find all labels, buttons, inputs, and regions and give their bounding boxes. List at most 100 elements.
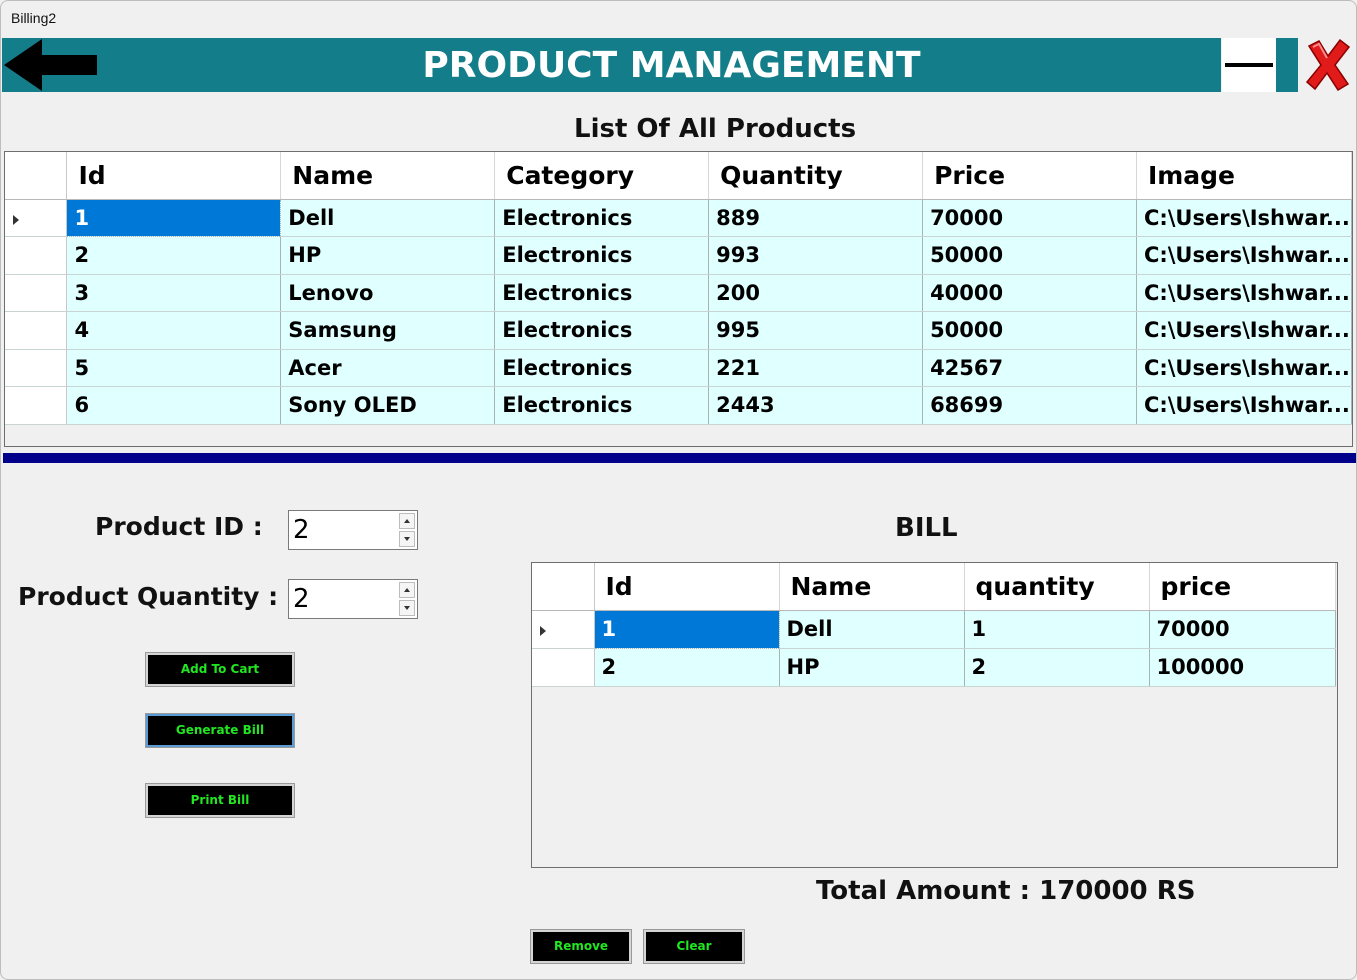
total-amount: Total Amount : 170000 RS bbox=[816, 876, 1196, 906]
row-selector[interactable] bbox=[5, 274, 68, 312]
cell-id[interactable]: 4 bbox=[66, 311, 282, 350]
row-header-corner bbox=[532, 563, 595, 611]
row-selector[interactable] bbox=[5, 236, 68, 275]
cell-quantity[interactable]: 889 bbox=[708, 199, 924, 237]
table-row[interactable]: 2 HP Electronics 993 50000 C:\Users\Ishw… bbox=[5, 236, 1353, 275]
window-title: Billing2 bbox=[11, 10, 57, 26]
spin-up-icon[interactable] bbox=[399, 513, 415, 529]
cell-price[interactable]: 70000 bbox=[1149, 610, 1336, 649]
print-bill-button[interactable]: Print Bill bbox=[145, 783, 295, 818]
col-header-category[interactable]: Category bbox=[494, 152, 710, 200]
spin-up-icon[interactable] bbox=[399, 582, 415, 598]
row-header-corner bbox=[5, 152, 68, 200]
cell-name[interactable]: Acer bbox=[280, 349, 496, 387]
cell-name[interactable]: HP bbox=[779, 648, 965, 687]
cell-quantity[interactable]: 200 bbox=[708, 274, 924, 312]
cell-image[interactable]: C:\Users\Ishwar... bbox=[1136, 236, 1353, 275]
col-header-id[interactable]: Id bbox=[594, 563, 780, 611]
cell-image[interactable]: C:\Users\Ishwar... bbox=[1136, 274, 1353, 312]
spin-down-icon[interactable] bbox=[399, 600, 415, 616]
table-row[interactable]: 1 Dell Electronics 889 70000 C:\Users\Is… bbox=[5, 198, 1353, 237]
cell-quantity[interactable]: 2443 bbox=[708, 386, 924, 425]
cell-category[interactable]: Electronics bbox=[494, 199, 710, 237]
cell-name[interactable]: Lenovo bbox=[280, 274, 496, 312]
cell-quantity[interactable]: 995 bbox=[708, 311, 924, 350]
spin-down-icon[interactable] bbox=[399, 531, 415, 547]
cell-quantity[interactable]: 1 bbox=[964, 610, 1150, 649]
table-row[interactable]: 1 Dell 1 70000 bbox=[532, 609, 1336, 649]
product-id-stepper[interactable] bbox=[288, 510, 418, 550]
cell-id[interactable]: 2 bbox=[66, 236, 282, 275]
cell-price[interactable]: 68699 bbox=[922, 386, 1137, 425]
cell-price[interactable]: 50000 bbox=[922, 236, 1137, 275]
cell-name[interactable]: Sony OLED bbox=[280, 386, 496, 425]
page-title: PRODUCT MANAGEMENT bbox=[422, 45, 921, 86]
table-row[interactable]: 3 Lenovo Electronics 200 40000 C:\Users\… bbox=[5, 274, 1353, 312]
bill-grid[interactable]: Id Name quantity price 1 Dell 1 70000 2 … bbox=[531, 562, 1338, 868]
row-selector[interactable] bbox=[5, 386, 68, 425]
row-selector[interactable] bbox=[5, 311, 68, 350]
col-header-image[interactable]: Image bbox=[1136, 152, 1353, 200]
cell-category[interactable]: Electronics bbox=[494, 386, 710, 425]
cell-category[interactable]: Electronics bbox=[494, 311, 710, 350]
col-header-price[interactable]: Price bbox=[922, 152, 1137, 200]
col-header-name[interactable]: Name bbox=[779, 563, 965, 611]
bill-header-row: Id Name quantity price bbox=[532, 563, 1336, 611]
header-spacer bbox=[1276, 38, 1298, 92]
add-to-cart-button[interactable]: Add To Cart bbox=[145, 652, 295, 687]
col-header-name[interactable]: Name bbox=[280, 152, 496, 200]
products-grid[interactable]: Id Name Category Quantity Price Image 1 … bbox=[4, 151, 1353, 447]
close-x-icon[interactable] bbox=[1305, 38, 1351, 92]
current-row-icon bbox=[540, 626, 546, 636]
row-selector[interactable] bbox=[5, 349, 68, 387]
cell-id[interactable]: 6 bbox=[66, 386, 282, 425]
cell-id[interactable]: 5 bbox=[66, 349, 282, 387]
products-header-row: Id Name Category Quantity Price Image bbox=[5, 152, 1353, 200]
products-section-title: List Of All Products bbox=[574, 114, 857, 144]
col-header-quantity[interactable]: quantity bbox=[964, 563, 1150, 611]
clear-button[interactable]: Clear bbox=[643, 929, 745, 964]
cell-price[interactable]: 70000 bbox=[922, 199, 1137, 237]
cell-name[interactable]: Dell bbox=[280, 199, 496, 237]
product-quantity-stepper[interactable] bbox=[288, 579, 418, 619]
cell-price[interactable]: 50000 bbox=[922, 311, 1137, 350]
minimize-icon[interactable] bbox=[1222, 38, 1276, 92]
cell-name[interactable]: Dell bbox=[779, 610, 965, 649]
cell-name[interactable]: Samsung bbox=[280, 311, 496, 350]
cell-image[interactable]: C:\Users\Ishwar... bbox=[1136, 199, 1353, 237]
current-row-icon bbox=[13, 214, 19, 225]
cell-category[interactable]: Electronics bbox=[494, 349, 710, 387]
product-quantity-input[interactable] bbox=[291, 582, 397, 616]
cell-id[interactable]: 1 bbox=[593, 609, 780, 649]
cell-id[interactable]: 1 bbox=[66, 198, 282, 237]
table-row[interactable]: 2 HP 2 100000 bbox=[532, 648, 1336, 687]
table-row[interactable]: 4 Samsung Electronics 995 50000 C:\Users… bbox=[5, 311, 1353, 350]
row-selector[interactable] bbox=[5, 199, 68, 237]
cell-price[interactable]: 100000 bbox=[1149, 648, 1336, 687]
row-selector[interactable] bbox=[532, 648, 595, 687]
row-selector[interactable] bbox=[532, 610, 595, 649]
product-id-label: Product ID : bbox=[95, 512, 263, 541]
col-header-id[interactable]: Id bbox=[66, 152, 282, 200]
cell-price[interactable]: 40000 bbox=[922, 274, 1137, 312]
cell-category[interactable]: Electronics bbox=[494, 274, 710, 312]
cell-quantity[interactable]: 2 bbox=[964, 648, 1150, 687]
cell-image[interactable]: C:\Users\Ishwar... bbox=[1136, 311, 1353, 350]
section-divider bbox=[3, 453, 1356, 463]
cell-id[interactable]: 2 bbox=[594, 648, 780, 687]
generate-bill-button[interactable]: Generate Bill bbox=[145, 713, 295, 748]
col-header-price[interactable]: price bbox=[1149, 563, 1336, 611]
col-header-quantity[interactable]: Quantity bbox=[708, 152, 924, 200]
cell-name[interactable]: HP bbox=[280, 236, 496, 275]
remove-button[interactable]: Remove bbox=[530, 929, 632, 964]
cell-quantity[interactable]: 993 bbox=[708, 236, 924, 275]
cell-category[interactable]: Electronics bbox=[494, 236, 710, 275]
table-row[interactable]: 5 Acer Electronics 221 42567 C:\Users\Is… bbox=[5, 349, 1353, 387]
cell-price[interactable]: 42567 bbox=[922, 349, 1137, 387]
cell-image[interactable]: C:\Users\Ishwar... bbox=[1136, 386, 1353, 425]
cell-quantity[interactable]: 221 bbox=[708, 349, 924, 387]
cell-id[interactable]: 3 bbox=[66, 274, 282, 312]
cell-image[interactable]: C:\Users\Ishwar... bbox=[1136, 349, 1353, 387]
product-id-input[interactable] bbox=[291, 513, 397, 547]
table-row[interactable]: 6 Sony OLED Electronics 2443 68699 C:\Us… bbox=[5, 386, 1353, 425]
